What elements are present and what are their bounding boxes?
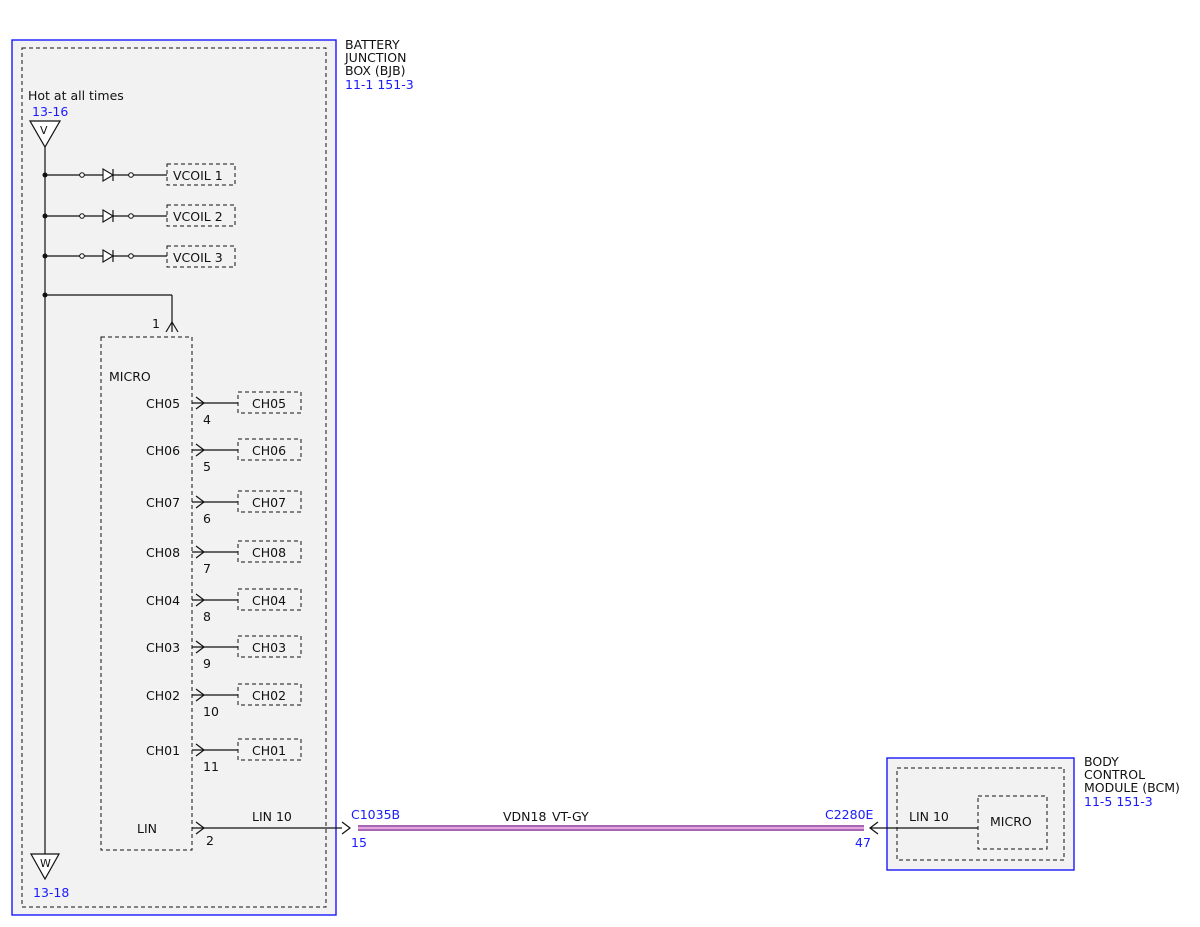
channel-load-label: CH04 bbox=[252, 593, 286, 608]
bjb-lin-net-label: LIN 10 bbox=[252, 809, 292, 824]
bcm-title: BODY CONTROL MODULE (BCM) 11-5 151-3 bbox=[1084, 754, 1180, 809]
wire-color-label: VT-GY bbox=[552, 809, 589, 824]
channel-label: CH07 bbox=[146, 495, 180, 510]
channel-pin: 5 bbox=[203, 459, 211, 474]
hot-at-all-times-label: Hot at all times bbox=[28, 88, 124, 103]
channel-label: CH01 bbox=[146, 743, 180, 758]
channel-load-label: CH08 bbox=[252, 545, 286, 560]
bcm-lin-net-label: LIN 10 bbox=[909, 809, 949, 824]
channel-load-label: CH01 bbox=[252, 743, 286, 758]
bjb-lin-label: LIN bbox=[137, 821, 157, 836]
power-source-letter: V bbox=[40, 124, 48, 137]
circuit-number: VDN18 bbox=[503, 809, 546, 824]
channel-load-label: CH07 bbox=[252, 495, 286, 510]
channel-pin: 7 bbox=[203, 561, 211, 576]
connector-c2280e[interactable]: C2280E bbox=[825, 807, 874, 822]
channel-load-label: CH03 bbox=[252, 640, 286, 655]
bjb-title: BATTERY JUNCTION BOX (BJB) 11-1 151-3 bbox=[344, 37, 414, 92]
channel-load-label: CH02 bbox=[252, 688, 286, 703]
bjb-name-line-3: BOX (BJB) bbox=[345, 63, 406, 78]
channel-label: CH05 bbox=[146, 396, 180, 411]
bcm-name-line-3: MODULE (BCM) bbox=[1084, 780, 1180, 795]
channel-label: CH04 bbox=[146, 593, 180, 608]
bjb-page-refs[interactable]: 11-1 151-3 bbox=[345, 77, 414, 92]
channel-load-label: CH05 bbox=[252, 396, 286, 411]
channel-pin: 4 bbox=[203, 412, 211, 427]
ground-ref[interactable]: 13-18 bbox=[33, 885, 69, 900]
channel-label: CH02 bbox=[146, 688, 180, 703]
ground-letter: W bbox=[40, 857, 51, 870]
hot-feed-ref[interactable]: 13-16 bbox=[32, 104, 68, 119]
bcm-page-refs[interactable]: 11-5 151-3 bbox=[1084, 794, 1153, 809]
vcoil-3-label: VCOIL 3 bbox=[173, 250, 223, 265]
channel-pin: 6 bbox=[203, 511, 211, 526]
bjb-lin-pin: 2 bbox=[206, 833, 214, 848]
connector-c2280e-pin: 47 bbox=[855, 835, 871, 850]
micro-power-pin: 1 bbox=[152, 316, 160, 331]
wiring-diagram: BATTERY JUNCTION BOX (BJB) 11-1 151-3 Ho… bbox=[11, 37, 1180, 916]
channel-pin: 10 bbox=[203, 704, 219, 719]
channel-load-label: CH06 bbox=[252, 443, 286, 458]
channel-label: CH03 bbox=[146, 640, 180, 655]
connector-c1035b-pin: 15 bbox=[351, 835, 367, 850]
connector-c1035b[interactable]: C1035B bbox=[351, 807, 400, 822]
channel-pin: 8 bbox=[203, 609, 211, 624]
channel-pin: 9 bbox=[203, 656, 211, 671]
harness-wire bbox=[358, 825, 864, 831]
vcoil-1-label: VCOIL 1 bbox=[173, 168, 223, 183]
vcoil-2-label: VCOIL 2 bbox=[173, 209, 223, 224]
bjb-micro-label: MICRO bbox=[109, 369, 151, 384]
channel-pin: 11 bbox=[203, 759, 219, 774]
channel-label: CH06 bbox=[146, 443, 180, 458]
channel-label: CH08 bbox=[146, 545, 180, 560]
bcm-micro-label: MICRO bbox=[990, 814, 1032, 829]
